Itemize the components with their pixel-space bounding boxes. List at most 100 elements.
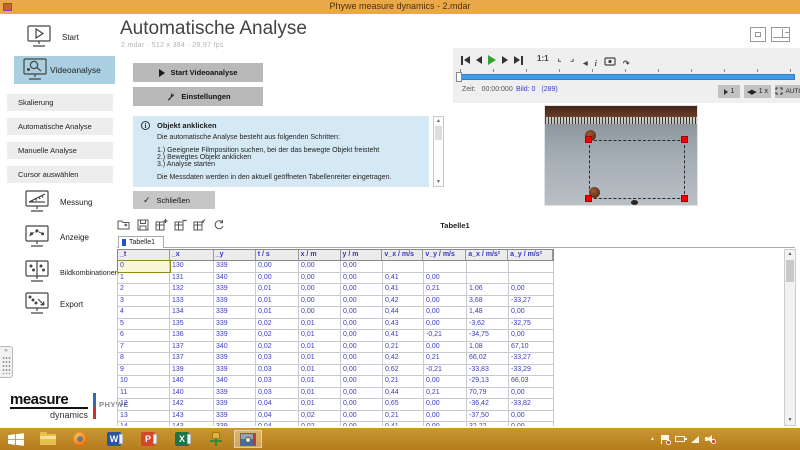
table-cell[interactable]: 0,02 [256,342,299,353]
table-cell[interactable]: 339 [214,365,256,376]
table-cell[interactable]: 0 [118,261,170,272]
table-cell[interactable]: 0,00 [341,296,383,307]
column-header[interactable]: t / s [256,250,299,260]
table-cell[interactable]: 0,00 [341,365,383,376]
panel-collapse-handle[interactable]: » [0,346,13,378]
measure-dynamics-taskbar-icon[interactable] [234,430,262,448]
rotate-icon[interactable]: ↷ [623,59,630,68]
start-button[interactable] [2,430,30,448]
table-cell[interactable]: 0,41 [383,422,424,426]
table-cell[interactable]: 0,00 [341,422,383,426]
refresh-icon[interactable] [212,218,225,231]
video-preview[interactable] [545,106,697,205]
table-cell[interactable]: 0,21 [383,342,424,353]
table-cell[interactable]: 0,04 [256,399,299,410]
table-cell[interactable]: 143 [170,422,214,426]
scroll-up-icon[interactable]: ▲ [785,250,795,259]
table-cell[interactable]: 0,02 [256,330,299,341]
table-cell[interactable]: 0,21 [383,411,424,422]
table-cell[interactable]: 1 [118,273,170,284]
table-cell[interactable]: 0,00 [424,307,467,318]
table-cell[interactable]: 6 [118,330,170,341]
table-cell[interactable] [509,273,554,284]
table-cell[interactable]: 0,01 [256,296,299,307]
column-header[interactable]: a_x / m/s² [466,250,508,260]
table-cell[interactable]: 0,00 [256,261,299,272]
previous-frame-button[interactable] [476,54,482,66]
table-cell[interactable]: 339 [214,388,256,399]
column-header[interactable]: _y [214,250,256,260]
table-cell[interactable]: 340 [214,273,256,284]
table-cell[interactable]: 136 [170,330,214,341]
sidebar-item-start[interactable]: Start [26,25,79,49]
table-cell[interactable]: 0,02 [256,319,299,330]
table-cell[interactable]: 0,00 [341,353,383,364]
sidebar-item-videoanalyse[interactable]: Videoanalyse [14,56,115,84]
table-cell[interactable]: 7 [118,342,170,353]
timeline-slider[interactable] [458,74,795,80]
table-cell[interactable]: 339 [214,399,256,410]
table-cell[interactable]: 0,41 [383,284,424,295]
table-cell[interactable]: 0,21 [424,284,467,295]
table-cell[interactable]: -33,27 [509,296,554,307]
table-cell[interactable]: 0,62 [383,365,424,376]
infobox-scrollbar[interactable]: ▲ ▼ [433,116,444,187]
frame-step-button[interactable]: 1 [718,85,740,98]
table-cell[interactable]: 70,79 [467,388,509,399]
table-cell[interactable]: 132 [170,284,214,295]
playback-speed-button[interactable]: ◀▶ 1 x [744,85,771,98]
import-table-icon[interactable] [117,218,130,231]
network-icon[interactable] [691,436,699,443]
table-cell[interactable]: 339 [214,261,256,272]
table-cell[interactable]: 340 [214,342,256,353]
file-explorer-icon[interactable] [34,430,62,448]
sidebar-item-bildkombinationen[interactable]: Bildkombinationen [24,260,119,284]
table-cell[interactable]: 0,21 [383,376,424,387]
column-header[interactable]: v_x / m/s [382,250,423,260]
einstellungen-button[interactable]: Einstellungen [133,87,263,106]
table-cell[interactable]: 339 [214,307,256,318]
auto-fit-button[interactable]: AUTO [775,85,800,98]
table-cell[interactable]: 339 [214,422,256,426]
marker-bottom-left[interactable] [585,195,592,202]
table-cell[interactable]: 0,01 [256,307,299,318]
word-icon[interactable]: W [100,430,128,448]
table-cell[interactable]: 0,03 [256,365,299,376]
scroll-down-icon[interactable]: ▼ [785,416,795,425]
table-cell[interactable]: 0,00 [299,307,341,318]
scroll-thumb[interactable] [435,126,442,140]
column-header[interactable]: y / m [341,250,383,260]
table-cell[interactable]: -36,42 [467,399,509,410]
table-cell[interactable]: 0,00 [424,411,467,422]
column-header[interactable]: _x [170,250,214,260]
table-cell[interactable]: -32,75 [509,319,554,330]
table-cell[interactable]: 1,08 [467,342,509,353]
table-cell[interactable]: -33,29 [509,365,554,376]
frame-info-icon[interactable]: i [595,59,597,68]
layout-single-icon[interactable] [750,27,766,42]
table-cell[interactable]: 0,00 [341,411,383,422]
table-cell[interactable]: 0,00 [341,330,383,341]
table-cell[interactable]: 0,00 [509,330,554,341]
table-cell[interactable]: 0,00 [299,273,341,284]
table-cell[interactable]: 0,01 [299,376,341,387]
marker-top-left[interactable] [585,136,592,143]
table-cell[interactable]: 0,01 [299,399,341,410]
table-cell[interactable]: 10 [118,376,170,387]
save-table-icon[interactable] [136,218,149,231]
table-cell[interactable] [467,273,509,284]
table-cell[interactable]: 0,03 [256,353,299,364]
table-cell[interactable]: 0,41 [383,273,424,284]
table-cell[interactable]: 139 [170,365,214,376]
table-cell[interactable]: 339 [214,319,256,330]
table-cell[interactable]: 339 [214,411,256,422]
table-cell[interactable]: 32,22 [467,422,509,426]
table-cell[interactable]: -33,82 [509,399,554,410]
table-cell[interactable]: 135 [170,319,214,330]
marker-bottom-right[interactable] [681,195,688,202]
table-cell[interactable]: 0,41 [383,330,424,341]
table-cell[interactable]: -33,27 [509,353,554,364]
table-cell[interactable]: 0,42 [383,353,424,364]
table-cell[interactable]: 0,00 [256,273,299,284]
column-header[interactable]: _t [118,250,170,260]
